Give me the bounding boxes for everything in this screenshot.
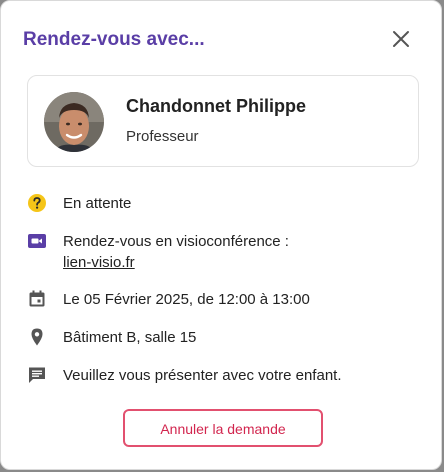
message-icon: [27, 365, 47, 385]
teacher-card: Chandonnet Philippe Professeur: [27, 75, 419, 167]
avatar: [44, 92, 104, 152]
teacher-role: Professeur: [126, 128, 199, 145]
calendar-icon: [27, 289, 47, 309]
teacher-name: Chandonnet Philippe: [126, 96, 306, 116]
help-circle-icon: [27, 193, 47, 213]
close-icon[interactable]: [389, 27, 413, 51]
visio-link[interactable]: lien-visio.fr: [63, 253, 135, 273]
location-pin-icon: [27, 327, 47, 347]
appointment-dialog: Rendez-vous avec... Chandonnet Philippe …: [0, 0, 442, 470]
date-text: Le 05 Février 2025, de 12:00 à 13:00: [63, 291, 310, 308]
location-text: Bâtiment B, salle 15: [63, 329, 197, 346]
status-text: En attente: [63, 195, 132, 212]
dialog-title: Rendez-vous avec...: [23, 29, 205, 50]
message-text: Veuillez vous présenter avec votre enfan…: [63, 367, 342, 384]
cancel-request-button[interactable]: Annuler la demande: [123, 409, 323, 447]
visio-label: Rendez-vous en visioconférence :: [63, 233, 289, 250]
dialog-header: Rendez-vous avec...: [23, 27, 419, 55]
video-camera-icon: [27, 231, 47, 251]
